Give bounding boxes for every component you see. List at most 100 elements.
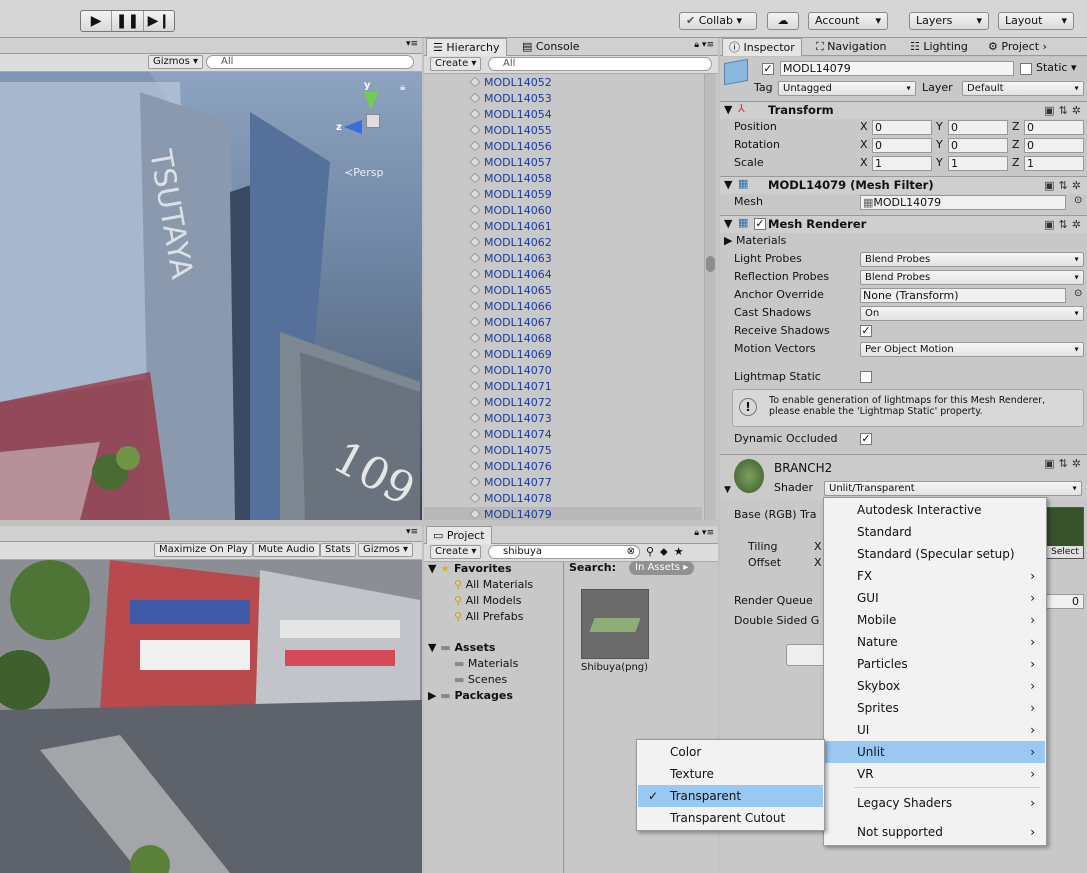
panel-menu-icon[interactable]: 🔒︎ ▾≡ (694, 40, 714, 50)
z-field[interactable]: 0 (1024, 138, 1084, 153)
tab-console[interactable]: ▤ Console (516, 38, 586, 56)
asset-thumbnail[interactable] (581, 589, 649, 659)
static-checkbox[interactable] (1020, 63, 1032, 75)
active-checkbox[interactable]: ✓ (762, 63, 774, 75)
filter-icons[interactable]: ⚲⬥★ (646, 545, 690, 559)
shader-menu-item[interactable]: Mobile › (825, 609, 1045, 631)
hierarchy-item[interactable]: MODL14073 (469, 411, 552, 427)
static-dropdown[interactable]: Static ▾ (1036, 61, 1076, 74)
z-field[interactable]: 1 (1024, 156, 1084, 171)
shader-menu-item[interactable]: Nature › (825, 631, 1045, 653)
hierarchy-item[interactable]: MODL14052 (469, 75, 552, 91)
shader-menu-item[interactable]: Unlit › (825, 741, 1045, 763)
tab-navigation[interactable]: ⛶ Navigation (810, 38, 893, 56)
step-button[interactable]: ▶❙ (144, 11, 174, 31)
tab-hierarchy[interactable]: ☰ Hierarchy (426, 38, 507, 56)
object-name-field[interactable]: MODL14079 (780, 61, 1014, 76)
stats-toggle[interactable]: Stats (320, 543, 356, 557)
favorites-node[interactable]: ▼ ★ Favorites (428, 561, 512, 577)
asset-name[interactable]: Shibuya(png) (581, 662, 648, 673)
panel-menu-icon[interactable]: ▾≡ (406, 527, 418, 537)
hierarchy-item[interactable]: MODL14055 (469, 123, 552, 139)
hierarchy-item[interactable]: MODL14056 (469, 139, 552, 155)
hierarchy-item[interactable]: MODL14068 (469, 331, 552, 347)
cloud-button[interactable]: ☁ (767, 12, 799, 30)
asset-folder-item[interactable]: ▬ Scenes (454, 672, 507, 688)
shader-menu-item[interactable]: Not supported › (825, 821, 1045, 843)
hierarchy-item[interactable]: MODL14069 (469, 347, 552, 363)
mesh-renderer-header[interactable]: ▼ ▦ ✓ Mesh Renderer ▣⇅✲ (720, 215, 1087, 233)
panel-menu-icon[interactable]: 🔒︎ ▾≡ (694, 528, 714, 538)
hierarchy-item[interactable]: MODL14077 (469, 475, 552, 491)
shader-menu-item[interactable]: Autodesk Interactive (825, 499, 1045, 521)
persp-label[interactable]: ≺Persp (344, 166, 383, 179)
panel-menu-icon[interactable]: ▾≡ (406, 39, 418, 49)
hierarchy-item[interactable]: MODL14060 (469, 203, 552, 219)
component-tools-icon[interactable]: ▣⇅✲ (1044, 218, 1085, 231)
shader-menu-item[interactable]: UI › (825, 719, 1045, 741)
tab-project[interactable]: ▭ Project (426, 526, 492, 544)
hierarchy-item[interactable]: MODL14057 (469, 155, 552, 171)
scene-gizmos-button[interactable]: Gizmos ▾ (148, 55, 204, 69)
account-dropdown[interactable]: Account ▾ (808, 12, 888, 30)
component-tools-icon[interactable]: ▣⇅✲ (1044, 104, 1085, 117)
y-field[interactable]: 0 (948, 120, 1008, 135)
material-header[interactable]: ▼ BRANCH2 Shader Unlit/Transparent ▣⇅✲ (720, 454, 1087, 500)
scene-search-input[interactable]: All (206, 55, 414, 69)
gizmo-center-cube[interactable] (366, 114, 380, 128)
shader-menu-item[interactable]: Sprites › (825, 697, 1045, 719)
shader-menu-item[interactable]: Skybox › (825, 675, 1045, 697)
z-field[interactable]: 0 (1024, 120, 1084, 135)
scene-viewport[interactable]: 109 TSUTAYA y z 🔒︎ ≺Persp (0, 72, 422, 520)
hierarchy-item[interactable]: MODL14066 (469, 299, 552, 315)
shader-menu-item[interactable]: Standard (825, 521, 1045, 543)
texture-slot[interactable]: Select (1046, 507, 1084, 559)
cast-shadows-dropdown[interactable]: On (860, 306, 1084, 321)
hierarchy-item[interactable]: MODL14076 (469, 459, 552, 475)
hierarchy-item[interactable]: MODL14078 (469, 491, 552, 507)
mute-audio-toggle[interactable]: Mute Audio (253, 543, 320, 557)
play-button[interactable]: ▶ (81, 11, 113, 31)
hierarchy-scrollbar[interactable] (704, 74, 716, 520)
materials-foldout[interactable]: ▶ Materials (724, 233, 786, 249)
favorite-item[interactable]: ⚲ All Models (454, 593, 521, 609)
packages-node[interactable]: ▶ ▬ Packages (428, 688, 513, 704)
hierarchy-item[interactable]: MODL14075 (469, 443, 552, 459)
mesh-renderer-enabled-checkbox[interactable]: ✓ (754, 218, 766, 230)
lightmap-static-checkbox[interactable] (860, 371, 872, 383)
tab-lighting[interactable]: ☷ Lighting (904, 38, 974, 56)
pause-button[interactable]: ❚❚ (112, 11, 144, 31)
collab-button[interactable]: ✔ Collab ▾ (679, 12, 757, 30)
shader-menu-item[interactable]: Standard (Specular setup) (825, 543, 1045, 565)
shader-menu-item[interactable]: FX › (825, 565, 1045, 587)
hierarchy-item[interactable]: MODL14053 (469, 91, 552, 107)
game-gizmos-button[interactable]: Gizmos ▾ (358, 543, 414, 557)
favorite-item[interactable]: ⚲ All Prefabs (454, 609, 524, 625)
asset-folder-item[interactable]: ▬ Materials (454, 656, 518, 672)
shader-menu-item[interactable]: VR › (825, 763, 1045, 785)
assets-node[interactable]: ▼ ▬ Assets (428, 640, 495, 656)
object-picker-icon[interactable]: ⊙ (1074, 288, 1082, 299)
hierarchy-search-input[interactable]: All (488, 57, 712, 71)
hierarchy-item[interactable]: MODL14064 (469, 267, 552, 283)
project-create-button[interactable]: Create ▾ (430, 545, 482, 559)
y-field[interactable]: 0 (948, 138, 1008, 153)
project-search-input[interactable]: shibuya ⊗ (488, 545, 640, 559)
mesh-field[interactable]: ▦MODL14079 (860, 195, 1066, 210)
maximize-on-play-toggle[interactable]: Maximize On Play (154, 543, 253, 557)
hierarchy-item[interactable]: MODL14072 (469, 395, 552, 411)
x-field[interactable]: 1 (872, 156, 932, 171)
mesh-filter-header[interactable]: ▼ ▦ MODL14079 (Mesh Filter) ▣⇅✲ (720, 176, 1087, 194)
texture-select-button[interactable]: Select (1047, 546, 1083, 558)
unlit-menu-item[interactable]: Texture (638, 763, 823, 785)
anchor-override-field[interactable]: None (Transform) (860, 288, 1066, 303)
hierarchy-item[interactable]: MODL14074 (469, 427, 552, 443)
hierarchy-item[interactable]: MODL14059 (469, 187, 552, 203)
component-tools-icon[interactable]: ▣⇅✲ (1044, 457, 1085, 470)
tab-inspector[interactable]: ⓘ Inspector (722, 38, 802, 56)
layout-dropdown[interactable]: Layout ▾ (998, 12, 1074, 30)
hierarchy-item[interactable]: MODL14070 (469, 363, 552, 379)
dynamic-occluded-checkbox[interactable]: ✓ (860, 433, 872, 445)
tab-project-settings[interactable]: ⚙ Project › (982, 38, 1053, 56)
hierarchy-item[interactable]: MODL14058 (469, 171, 552, 187)
